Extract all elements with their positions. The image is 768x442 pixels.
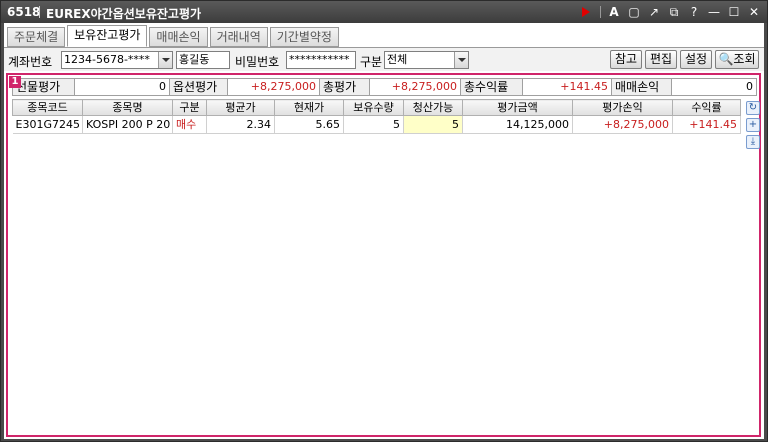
client-area: 주문체결 보유잔고평가 매매손익 거래내역 기간별약정 계좌번호 1234-56… <box>4 23 764 439</box>
column-header[interactable]: 구분 <box>172 99 207 116</box>
close-icon[interactable]: ✕ <box>747 5 761 19</box>
cell-side[interactable]: 매수 <box>172 115 207 134</box>
options-eval-label: 옵션평가 <box>170 79 228 95</box>
font-icon[interactable]: A <box>607 5 621 19</box>
column-header[interactable]: 현재가 <box>274 99 344 116</box>
query-button[interactable]: 🔍조회 <box>715 50 759 69</box>
holdings-table: 종목코드 종목명 구분 평균가 현재가 보유수량 청산가능 평가금액 평가손익 … <box>12 99 741 134</box>
owner-name-field: 홍길동 <box>176 51 230 69</box>
column-header[interactable]: 평가손익 <box>572 99 673 116</box>
title-divider <box>600 6 601 18</box>
column-header[interactable]: 종목코드 <box>12 99 83 116</box>
total-return-value: +141.45 <box>523 79 612 95</box>
category-value: 전체 <box>387 53 408 66</box>
refresh-icon[interactable]: ↻ <box>746 101 760 115</box>
link-icon[interactable]: ↗ <box>647 5 661 19</box>
account-label: 계좌번호 <box>8 55 53 69</box>
title-bar-icons: A ▢ ↗ ⧉ ? — ☐ ✕ <box>582 4 761 20</box>
cell-avg-price[interactable]: 2.34 <box>206 115 275 134</box>
reference-button[interactable]: 참고 <box>610 50 642 69</box>
tab-transactions[interactable]: 거래내역 <box>209 27 268 47</box>
table-row[interactable]: E301G7245 KOSPI 200 P 20 매수 2.34 5.65 5 … <box>12 115 741 134</box>
password-input[interactable]: *********** <box>286 51 356 69</box>
add-icon[interactable]: + <box>746 118 760 132</box>
summary-bar: 선물평가 0 옵션평가 +8,275,000 총평가 +8,275,000 총수… <box>12 78 757 96</box>
password-value: *********** <box>289 53 350 66</box>
category-label: 구분 <box>360 55 383 69</box>
tab-holdings-eval[interactable]: 보유잔고평가 <box>67 25 148 47</box>
account-value: 1234-5678-**** <box>64 53 150 66</box>
total-eval-label: 총평가 <box>320 79 370 95</box>
holdings-panel: 1 선물평가 0 옵션평가 +8,275,000 총평가 +8,275,000 … <box>6 73 761 437</box>
edit-button[interactable]: 편집 <box>645 50 677 69</box>
play-icon[interactable] <box>582 7 590 17</box>
owner-name: 홍길동 <box>179 53 210 66</box>
table-header-row: 종목코드 종목명 구분 평균가 현재가 보유수량 청산가능 평가금액 평가손익 … <box>12 99 741 116</box>
column-header[interactable]: 보유수량 <box>343 99 404 116</box>
cell-quantity[interactable]: 5 <box>343 115 404 134</box>
cell-code[interactable]: E301G7245 <box>12 115 83 134</box>
chevron-down-icon[interactable] <box>454 52 468 68</box>
title-separator <box>39 6 40 18</box>
options-eval-value: +8,275,000 <box>228 79 320 95</box>
chevron-down-icon[interactable] <box>158 52 172 68</box>
tab-period-contracts[interactable]: 기간별약정 <box>269 27 339 47</box>
panel-number-badge: 1 <box>9 76 21 88</box>
cell-closable[interactable]: 5 <box>403 115 463 134</box>
cell-current-price[interactable]: 5.65 <box>274 115 344 134</box>
cell-eval-pnl[interactable]: +8,275,000 <box>572 115 673 134</box>
column-header[interactable]: 평균가 <box>206 99 275 116</box>
screen-number: 6518 <box>7 5 41 19</box>
cell-return[interactable]: +141.45 <box>672 115 741 134</box>
tab-bar: 주문체결 보유잔고평가 매매손익 거래내역 기간별약정 <box>7 25 339 47</box>
query-toolbar: 계좌번호 1234-5678-**** 홍길동 비밀번호 ***********… <box>4 47 764 71</box>
column-header[interactable]: 종목명 <box>82 99 173 116</box>
account-select[interactable]: 1234-5678-**** <box>61 51 173 69</box>
trade-pnl-value: 0 <box>746 80 753 93</box>
cell-eval-amount[interactable]: 14,125,000 <box>462 115 573 134</box>
magnifier-icon: 🔍 <box>718 52 734 66</box>
futures-eval-value: 0 <box>75 79 170 95</box>
trade-pnl-label: 매매손익 <box>612 79 672 95</box>
scroll-bottom-icon[interactable]: ⤓ <box>746 135 760 149</box>
column-header[interactable]: 수익률 <box>672 99 741 116</box>
category-select[interactable]: 전체 <box>384 51 469 69</box>
window-copy-icon[interactable]: ⧉ <box>667 5 681 19</box>
total-eval-value: +8,275,000 <box>370 79 461 95</box>
query-button-label: 조회 <box>733 52 756 66</box>
settings-button[interactable]: 설정 <box>680 50 712 69</box>
app-window: 6518 EUREX야간옵션보유잔고평가 A ▢ ↗ ⧉ ? — ☐ ✕ 주문체… <box>0 0 768 442</box>
column-header[interactable]: 평가금액 <box>462 99 573 116</box>
title-bar[interactable]: 6518 EUREX야간옵션보유잔고평가 A ▢ ↗ ⧉ ? — ☐ ✕ <box>1 1 767 23</box>
total-return-label: 총수익률 <box>461 79 523 95</box>
column-header[interactable]: 청산가능 <box>403 99 463 116</box>
minimize-icon[interactable]: — <box>707 5 721 19</box>
window-title: EUREX야간옵션보유잔고평가 <box>46 7 202 21</box>
capture-icon[interactable]: ▢ <box>627 5 641 19</box>
futures-eval-label: 선물평가 <box>13 79 75 95</box>
maximize-icon[interactable]: ☐ <box>727 5 741 19</box>
help-icon[interactable]: ? <box>687 5 701 19</box>
tab-trade-pnl[interactable]: 매매손익 <box>149 27 208 47</box>
tab-order-fill[interactable]: 주문체결 <box>7 27 66 47</box>
password-label: 비밀번호 <box>235 55 280 69</box>
cell-name[interactable]: KOSPI 200 P 20 <box>82 115 173 134</box>
side-controls: ↻ + ⤓ <box>746 101 760 149</box>
